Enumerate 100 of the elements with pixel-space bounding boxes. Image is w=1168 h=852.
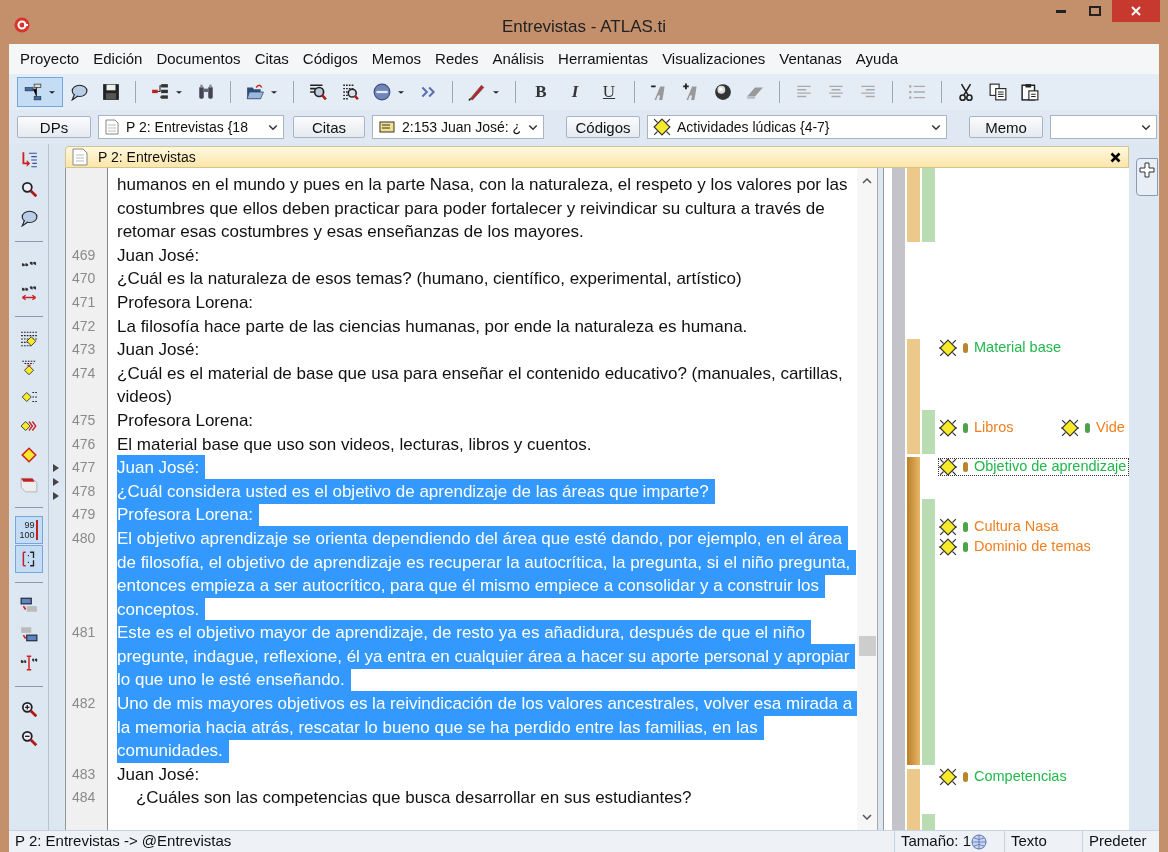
line-number: 472 [71,316,97,336]
format-button[interactable]: I [558,77,592,107]
menu-item[interactable]: Ayuda [848,44,906,74]
quote-marks-icon [19,284,38,302]
menu-item[interactable]: Códigos [295,44,365,74]
document-icon [104,118,120,136]
scrollbar[interactable] [857,168,877,830]
code-icon [19,330,38,348]
status-text: Predeter [1082,831,1159,852]
sphere-icon [714,83,732,101]
selector-dropdown[interactable]: P 2: Entrevistas {18 [98,115,284,139]
search-icon [19,180,38,198]
code-bracket-bar [922,410,935,454]
format-button[interactable]: B [524,77,558,107]
document-icon [72,148,88,166]
selector-button[interactable]: Códigos [566,116,640,138]
code-icon [1061,419,1079,437]
menu-item[interactable]: Redes [428,44,486,74]
binoculars-icon [197,83,215,101]
line-number: 469 [71,245,97,265]
line-number: 471 [71,292,97,312]
menu-item[interactable]: Proyecto [13,44,87,74]
tree-list-icon [151,83,169,101]
line-number: 481 [71,623,97,643]
selector-button[interactable]: Memo [969,116,1043,138]
close-button[interactable] [1108,150,1122,164]
line-number: 482 [71,694,97,714]
menu-item[interactable]: Citas [247,44,296,74]
paragraph: Profesora Lorena: [116,409,254,432]
quote-marks-icon [19,654,38,672]
close-icon [1109,151,1121,163]
code-icon [939,538,957,556]
menu-item[interactable]: Herramientas [551,44,656,74]
close-icon [1131,6,1141,16]
document-title: P 2: Entrevistas [98,147,196,167]
app-logo-icon [14,17,30,33]
paragraph: Uno de mis mayores objetivos es la reivindicación de los valores ancestrales, volver esa mirada a la memoria hacia atrás, rescatar lo bueno que se ha perdido entre las familias, en las comunidades. [108,692,857,763]
menu-item[interactable]: Visualizaciones [655,44,773,74]
pen-icon [468,83,486,101]
line-number: 470 [71,269,97,289]
selector-dropdown[interactable]: 2:153 Juan José: ¿ [372,115,544,139]
code-icon [939,458,957,476]
line-number: 474 [71,363,97,383]
selector-dropdown[interactable]: Actividades lúdicas {4-7} [647,115,947,139]
scissors-icon [957,83,975,101]
status-text: Tamaño: 1 [901,831,972,852]
paragraph: Juan José: [116,339,200,362]
paragraph: El material base que uso son videos, lecturas, libros y cuentos. [116,433,592,456]
line-number: 477 [71,458,97,478]
code-icon [19,446,38,464]
scroll-down-icon [862,814,872,820]
code-icon [19,359,38,377]
side-tab[interactable] [1136,158,1158,196]
line-number: 478 [71,481,97,501]
line-number: 476 [71,434,97,454]
hierarchy-icon [24,83,42,101]
line-number: 473 [71,340,97,360]
code-icon [939,768,957,786]
side-tool[interactable]: 99 100 [14,516,43,544]
menu-item[interactable]: Ventanas [772,44,849,74]
menu-item[interactable]: Edición [86,44,150,74]
paragraph: humanos en el mundo y pues en la parte Nasa, con la naturaleza, el respeto y los valores por las costumbres que ellos deben practicar para poder fortalecer y reivindicar su cultura a través de retomar esas costumbres y esas enseñanzas de los mayores. [116,174,848,244]
menu-item[interactable]: Documentos [149,44,248,74]
line-number: 480 [71,528,97,548]
line-number: 479 [71,505,97,525]
paragraph: ¿Cuál es el material de base que usa para enseñar el contenido educativo? (manuales, cartillas, videos) [116,362,843,409]
plus-icon [1139,162,1155,178]
selector-button[interactable]: Citas [293,116,365,138]
window-title: Entrevistas - ATLAS.ti [501,16,667,38]
speech-bubble-icon [19,209,38,227]
paragraph: Profesora Lorena: [116,291,254,314]
list-icon [908,83,926,101]
zoom-in-icon [19,700,38,718]
menu-item[interactable]: Memos [364,44,429,74]
network-tool[interactable] [17,77,63,107]
scroll-thumb[interactable] [858,636,876,656]
minimize-icon [1056,9,1066,13]
menu-item[interactable]: Análisis [485,44,552,74]
letter-style-icon [682,83,700,101]
paragraph: ¿Cuál es la naturaleza de esos temas? (humano, científico, experimental, artístico) [116,268,742,291]
line-number: 475 [71,410,97,430]
paragraph: Juan José: [116,244,200,267]
selector-button[interactable]: DPs [17,116,91,138]
globe-icon [373,83,391,101]
scroll-up-icon [862,178,872,184]
line-numbers-label: 99 100 [19,520,35,540]
selection-markers-icon [53,464,60,500]
quote-card-icon [378,119,396,135]
window-stack-icon [19,625,38,643]
format-button[interactable]: U [592,77,626,107]
status-text: P 2: Entrevistas -> @Entrevistas [14,831,233,852]
document-magnifier-icon [309,83,327,101]
globe-icon [971,833,988,850]
side-tool[interactable] [14,545,43,573]
code-icon [939,419,957,437]
code-icon [653,118,671,136]
memo-icon [19,475,38,493]
folder-icon [246,83,264,101]
paragraph: ¿Cuáles son las competencias que busca desarrollar en sus estudiantes? [134,787,692,810]
maximize-icon [1089,6,1101,16]
